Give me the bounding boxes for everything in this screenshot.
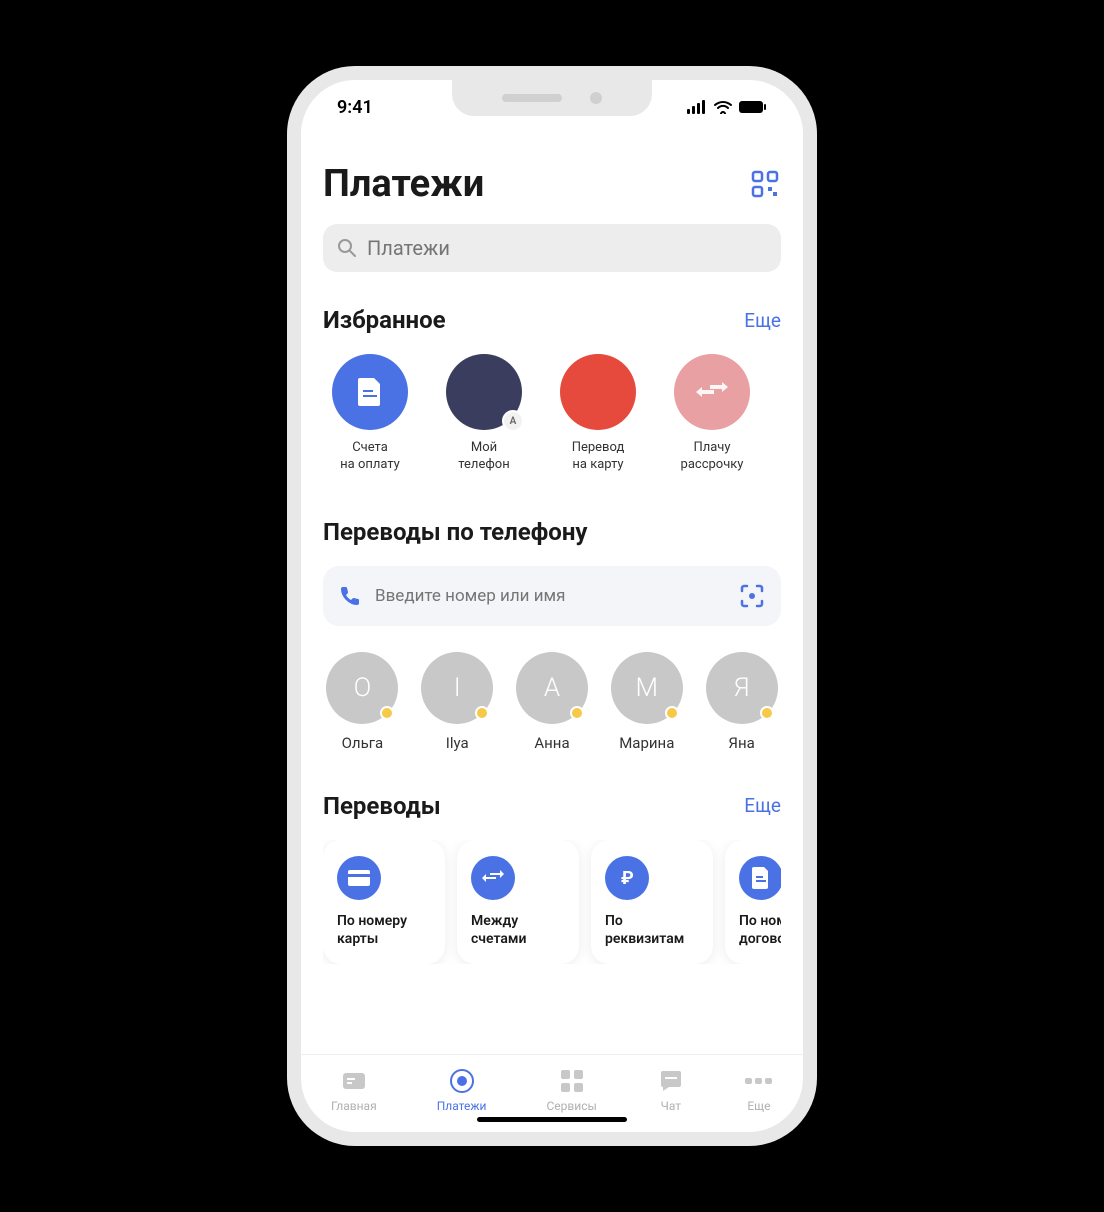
phone-input[interactable] bbox=[375, 586, 725, 606]
payments-icon bbox=[448, 1067, 476, 1095]
favorites-row: Счета на оплату А Мой телефон Перевод на… bbox=[323, 354, 781, 474]
services-icon bbox=[558, 1067, 586, 1095]
favorite-label: Счета на оплату bbox=[340, 440, 400, 474]
status-dot-icon bbox=[475, 706, 489, 720]
chat-icon bbox=[657, 1067, 685, 1095]
wifi-icon bbox=[713, 100, 733, 114]
search-icon bbox=[337, 238, 357, 258]
transfer-label: По номеру карты bbox=[337, 912, 431, 948]
transfers-header: Переводы Еще bbox=[323, 792, 781, 820]
favorite-item-card-transfer[interactable]: Перевод на карту bbox=[551, 354, 645, 474]
transfer-card-icon-wrap bbox=[337, 856, 381, 900]
contact-name: Яна bbox=[728, 734, 754, 752]
transfers-title: Переводы bbox=[323, 792, 441, 820]
tab-label: Платежи bbox=[437, 1099, 487, 1113]
transfer-card-by-details[interactable]: ₽ По реквизитам bbox=[591, 840, 713, 964]
contact-name: Марина bbox=[619, 734, 674, 752]
more-icon bbox=[745, 1067, 773, 1095]
file-icon bbox=[356, 376, 384, 408]
phone-icon bbox=[339, 585, 361, 607]
page-title: Платежи bbox=[323, 162, 484, 206]
contact-avatar: М bbox=[611, 652, 683, 724]
transfer-card-between-accounts[interactable]: Между счетами bbox=[457, 840, 579, 964]
tab-home[interactable]: Главная bbox=[331, 1067, 377, 1113]
phone-transfers-header: Переводы по телефону bbox=[323, 518, 781, 546]
status-dot-icon bbox=[665, 706, 679, 720]
card-icon bbox=[348, 870, 370, 886]
contact-name: Анна bbox=[534, 734, 569, 752]
contact-name: Ilya bbox=[446, 734, 469, 752]
favorite-circle bbox=[674, 354, 750, 430]
transfer-card-icon-wrap bbox=[739, 856, 781, 900]
contact-ilya[interactable]: I Ilya bbox=[418, 652, 497, 752]
contact-yana[interactable]: Я Яна bbox=[702, 652, 781, 752]
phone-input-container[interactable] bbox=[323, 566, 781, 626]
doc-icon bbox=[752, 867, 770, 889]
qr-scan-button[interactable] bbox=[749, 168, 781, 200]
favorite-label: Мой телефон bbox=[458, 440, 509, 474]
transfer-icon bbox=[694, 377, 730, 407]
transfer-label: По номер договора bbox=[739, 912, 781, 948]
favorite-circle bbox=[332, 354, 408, 430]
favorite-label: Плачу рассрочку bbox=[681, 440, 744, 474]
status-time: 9:41 bbox=[337, 97, 373, 118]
status-indicators bbox=[687, 100, 767, 114]
ruble-icon: ₽ bbox=[618, 867, 636, 889]
contact-avatar: I bbox=[421, 652, 493, 724]
tab-label: Сервисы bbox=[547, 1099, 597, 1113]
page-header: Платежи bbox=[323, 162, 781, 206]
transfers-row: По номеру карты Между счетами ₽ По рекви… bbox=[323, 840, 781, 964]
tab-label: Еще bbox=[747, 1099, 770, 1113]
tab-label: Главная bbox=[331, 1099, 377, 1113]
exchange-icon bbox=[481, 868, 505, 888]
contact-avatar: О bbox=[326, 652, 398, 724]
favorite-item-installment[interactable]: Плачу рассрочку bbox=[665, 354, 759, 474]
phone-frame: 9:41 Платежи Избранное Еще Счета на опла… bbox=[287, 66, 817, 1146]
favorites-more-link[interactable]: Еще bbox=[744, 309, 781, 332]
tab-more[interactable]: Еще bbox=[745, 1067, 773, 1113]
favorite-circle bbox=[560, 354, 636, 430]
tab-label: Чат bbox=[661, 1099, 681, 1113]
search-input[interactable] bbox=[367, 236, 767, 260]
contacts-row: О Ольга I Ilya А Анна М Марина Я Яна bbox=[323, 652, 781, 752]
contact-name: Ольга bbox=[342, 734, 384, 752]
main-content[interactable]: Платежи Избранное Еще Счета на оплату А … bbox=[301, 134, 803, 1054]
transfers-more-link[interactable]: Еще bbox=[744, 794, 781, 817]
transfer-card-by-contract[interactable]: По номер договора bbox=[725, 840, 781, 964]
status-dot-icon bbox=[570, 706, 584, 720]
transfer-label: Между счетами bbox=[471, 912, 565, 948]
home-icon bbox=[340, 1067, 368, 1095]
contact-avatar: Я bbox=[706, 652, 778, 724]
favorites-header: Избранное Еще bbox=[323, 306, 781, 334]
phone-transfers-title: Переводы по телефону bbox=[323, 518, 587, 546]
favorite-badge: А bbox=[502, 410, 524, 432]
favorite-item-bills[interactable]: Счета на оплату bbox=[323, 354, 417, 474]
tab-chat[interactable]: Чат bbox=[657, 1067, 685, 1113]
svg-text:₽: ₽ bbox=[621, 868, 634, 889]
tab-payments[interactable]: Платежи bbox=[437, 1067, 487, 1113]
qr-icon bbox=[751, 170, 779, 198]
contact-anna[interactable]: А Анна bbox=[513, 652, 592, 752]
favorite-circle: А bbox=[446, 354, 522, 430]
status-dot-icon bbox=[380, 706, 394, 720]
battery-icon bbox=[739, 100, 767, 114]
search-bar[interactable] bbox=[323, 224, 781, 272]
phone-screen: 9:41 Платежи Избранное Еще Счета на опла… bbox=[301, 80, 803, 1132]
transfer-card-icon-wrap: ₽ bbox=[605, 856, 649, 900]
transfer-card-by-card-number[interactable]: По номеру карты bbox=[323, 840, 445, 964]
contact-olga[interactable]: О Ольга bbox=[323, 652, 402, 752]
tab-services[interactable]: Сервисы bbox=[547, 1067, 597, 1113]
contact-avatar: А bbox=[516, 652, 588, 724]
transfer-label: По реквизитам bbox=[605, 912, 699, 948]
transfer-card-icon-wrap bbox=[471, 856, 515, 900]
favorite-item-phone[interactable]: А Мой телефон bbox=[437, 354, 531, 474]
favorites-title: Избранное bbox=[323, 306, 446, 334]
scan-contact-icon[interactable] bbox=[739, 583, 765, 609]
home-indicator[interactable] bbox=[477, 1117, 627, 1122]
contact-marina[interactable]: М Марина bbox=[607, 652, 686, 752]
signal-icon bbox=[687, 100, 707, 114]
status-dot-icon bbox=[760, 706, 774, 720]
favorite-label: Перевод на карту bbox=[572, 440, 625, 474]
notch bbox=[452, 80, 652, 116]
